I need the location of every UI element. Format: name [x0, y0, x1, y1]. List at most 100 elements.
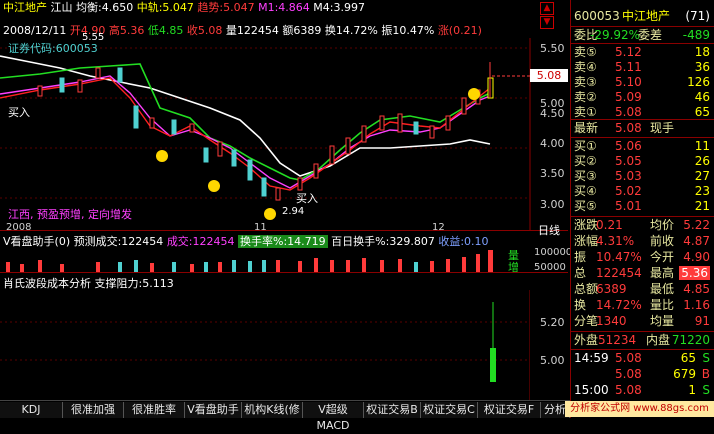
stat-value: 4.87: [683, 234, 710, 248]
expand-down-icon[interactable]: ▼: [540, 16, 554, 29]
stat-label: 总: [574, 266, 587, 280]
tab-institution-k[interactable]: 机构K线(修: [242, 402, 303, 418]
tab-accurate-plus[interactable]: 很准加强: [63, 402, 124, 418]
bid-row: 买① 5.06 11: [570, 139, 714, 153]
price-axis-0: 5.50: [540, 42, 565, 55]
quote-header: 600053 中江地产 (71): [570, 9, 714, 23]
ohlc-low: 低4.85: [147, 24, 184, 37]
stat-value: 4.90: [683, 250, 710, 264]
divider: [571, 26, 714, 27]
stat-row: 涨跌 0.21 均价 5.22: [570, 218, 714, 232]
tick-side: B: [701, 367, 710, 381]
vol-axis-0: 100000: [534, 247, 573, 258]
bid-price: 5.05: [615, 154, 642, 168]
ohlc-amount: 额6389: [282, 24, 322, 37]
stat-label: 最高: [650, 266, 675, 280]
ohlc-amplitude: 振10.47%: [381, 24, 435, 37]
tab-v-macd[interactable]: V超级MACD: [303, 402, 364, 432]
tab-warrant-c[interactable]: 权证交易C: [421, 402, 478, 418]
tab-warrant-b[interactable]: 权证交易B: [364, 402, 421, 418]
ohlc-header: 2008/12/11 开4.90 高5.36 低4.85 收5.08 量1224…: [3, 24, 482, 37]
stat-row: 分笔 1340 均量 91: [570, 314, 714, 328]
chart-area[interactable]: 中江地产 江山 均衡:4.650 中轨:5.047 趋势:5.047 M1:4.…: [0, 0, 572, 418]
outer-value: 51234: [598, 333, 637, 347]
tick-volume: 65: [680, 351, 696, 365]
diff-value: -489: [682, 28, 710, 42]
outer-inner-row: 外盘 51234 内盘 71220: [570, 333, 714, 347]
bid-price: 5.02: [615, 184, 642, 198]
indicator-header: 中江地产 江山 均衡:4.650 中轨:5.047 趋势:5.047 M1:4.…: [3, 1, 365, 14]
bid-price: 5.03: [615, 169, 642, 183]
ask-label: 卖⑤: [574, 45, 597, 59]
volume-title: V看盘助手(0) 预测成交:122454: [3, 235, 164, 248]
date-axis-0: 2008: [6, 222, 32, 233]
note-label: 江西, 预盈预增, 定向增发: [8, 208, 132, 221]
bid-row: 买② 5.05 26: [570, 154, 714, 168]
stat-label: 今开: [650, 250, 675, 264]
cost-axis-0: 5.20: [540, 316, 565, 329]
price-axis-4: 3.50: [540, 167, 565, 180]
ask-row: 卖① 5.08 65: [570, 105, 714, 119]
ask-price: 5.10: [615, 75, 642, 89]
bid-row: 买④ 5.02 23: [570, 184, 714, 198]
ohlc-volume: 量122454: [225, 24, 279, 37]
tick-time: 14:59: [574, 351, 609, 365]
date-axis-2: 12: [432, 222, 445, 233]
tick-row: 5.08 679 B: [570, 367, 714, 381]
ask-volume: 36: [694, 60, 710, 74]
inner-label: 内盘: [646, 333, 671, 347]
divider: [0, 230, 568, 231]
bid-label: 买④: [574, 184, 597, 198]
indicator-tabbar: KDJ 很准加强 很准胜率 V看盘助手 机构K线(修 V超级MACD 权证交易B…: [0, 400, 570, 432]
stat-label: 涨跌: [574, 218, 599, 232]
volume-traded: 成交:122454: [166, 235, 235, 248]
divider: [0, 272, 568, 273]
stat-label: 最低: [650, 282, 675, 296]
days-label[interactable]: 日线: [538, 222, 560, 238]
bid-price: 5.01: [615, 199, 642, 213]
tick-price: 5.08: [615, 351, 642, 365]
expand-up-icon[interactable]: ▲: [540, 2, 554, 15]
inner-value: 71220: [671, 333, 710, 347]
stat-row: 涨幅 4.31% 前收 4.87: [570, 234, 714, 248]
watermark: 分析家公式网 www.88gs.com: [565, 401, 714, 417]
ohlc-high: 高5.36: [108, 24, 145, 37]
hand-label: 现手: [650, 121, 675, 135]
stat-label: 前收: [650, 234, 675, 248]
ask-label: 卖③: [574, 75, 597, 89]
price-tag: 5.08: [530, 69, 568, 82]
stat-value: 5.22: [683, 218, 710, 232]
volume-bars: [6, 250, 493, 272]
stat-value: 91: [694, 314, 710, 328]
date-axis-1: 11: [254, 222, 267, 233]
tab-warrant-f[interactable]: 权证交易F: [478, 402, 541, 418]
ask-volume: 65: [694, 105, 710, 119]
bid-volume: 26: [694, 154, 710, 168]
bid-row: 买③ 5.03 27: [570, 169, 714, 183]
m4-label: M4:3.997: [313, 1, 365, 14]
stat-label: 均价: [650, 218, 675, 232]
stock-name: 中江地产: [3, 1, 47, 14]
bid-label: 买⑤: [574, 199, 597, 213]
tick-volume: 679: [673, 367, 696, 381]
ask-volume: 46: [694, 90, 710, 104]
divider: [571, 216, 714, 217]
tab-accurate-win[interactable]: 很准胜率: [124, 402, 185, 418]
stat-label: 均量: [650, 314, 675, 328]
m1-label: M1:4.864: [258, 1, 310, 14]
avg-label: 均衡:4.650: [76, 1, 134, 14]
quote-name: 中江地产: [622, 9, 671, 23]
price-axis-5: 3.00: [540, 198, 565, 211]
tab-kdj[interactable]: KDJ: [0, 402, 63, 418]
ask-price: 5.12: [615, 45, 642, 59]
divider: [571, 119, 714, 120]
tick-volume: 1: [688, 383, 696, 397]
stat-value: 14.72%: [596, 298, 642, 312]
stat-row: 换 14.72% 量比 1.16: [570, 298, 714, 312]
bid-label: 买③: [574, 169, 597, 183]
price-chart[interactable]: [0, 38, 568, 230]
bid-volume: 27: [694, 169, 710, 183]
bid-volume: 23: [694, 184, 710, 198]
tick-row: 15:00 5.08 1 S: [570, 383, 714, 397]
tab-v-assistant[interactable]: V看盘助手: [185, 402, 242, 418]
